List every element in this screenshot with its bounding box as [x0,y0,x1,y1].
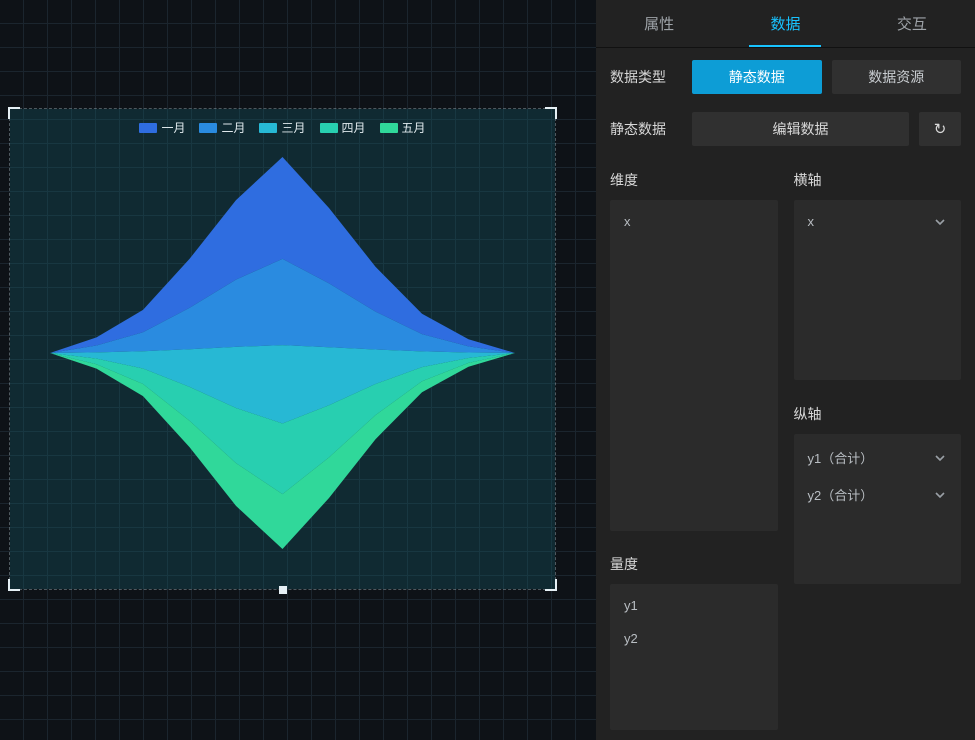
chevron-down-icon [933,215,947,229]
resize-handle-tr[interactable] [545,107,557,119]
tab-interaction[interactable]: 交互 [849,0,975,47]
field-label: y2（合计） [808,485,874,504]
edit-data-button[interactable]: 编辑数据 [692,112,909,146]
legend-item: 一月 [139,119,185,136]
chart-legend: 一月 二月 三月 四月 五月 [10,119,555,136]
canvas-area[interactable]: 一月 二月 三月 四月 五月 [0,0,596,740]
dimension-field[interactable]: x [622,210,766,233]
measure-well[interactable]: y1 y2 [610,584,778,730]
label-measure: 量度 [610,554,778,574]
vertical-axis-well[interactable]: y1（合计） y2（合计） [794,434,962,584]
inspector-tabs: 属性 数据 交互 [596,0,975,48]
tab-data[interactable]: 数据 [722,0,848,47]
vertical-axis-field[interactable]: y2（合计） [806,481,950,508]
label-dimension: 维度 [610,170,778,190]
measure-field[interactable]: y2 [622,627,766,650]
legend-item: 四月 [320,119,366,136]
legend-item: 五月 [380,119,426,136]
chart-widget[interactable]: 一月 二月 三月 四月 五月 [10,109,555,589]
themeriver-chart [10,137,555,589]
legend-swatch [259,123,277,133]
field-label: x [808,214,815,229]
refresh-icon: ↻ [934,120,947,138]
label-vertical-axis: 纵轴 [794,404,962,424]
legend-swatch [380,123,398,133]
inspector-sidebar: 属性 数据 交互 数据类型 静态数据 数据资源 静态数据 编辑数据 ↻ [596,0,975,740]
row-static-data: 静态数据 编辑数据 ↻ [610,112,961,146]
field-label: y2 [624,631,638,646]
horizontal-axis-field[interactable]: x [806,210,950,233]
tab-attributes[interactable]: 属性 [596,0,722,47]
vertical-axis-field[interactable]: y1（合计） [806,444,950,471]
label-horizontal-axis: 横轴 [794,170,962,190]
legend-label: 三月 [281,119,305,136]
legend-label: 五月 [402,119,426,136]
chevron-down-icon [933,488,947,502]
legend-swatch [320,123,338,133]
dimension-well[interactable]: x [610,200,778,531]
label-data-type: 数据类型 [610,67,692,87]
chevron-down-icon [933,451,947,465]
label-static-data: 静态数据 [610,119,692,139]
field-label: x [624,214,631,229]
resize-handle-tl[interactable] [8,107,20,119]
legend-label: 二月 [221,119,245,136]
field-label: y1 [624,598,638,613]
legend-item: 三月 [259,119,305,136]
horizontal-axis-well[interactable]: x [794,200,962,380]
legend-item: 二月 [199,119,245,136]
row-data-type: 数据类型 静态数据 数据资源 [610,60,961,94]
legend-label: 四月 [342,119,366,136]
option-static-data[interactable]: 静态数据 [692,60,822,94]
legend-label: 一月 [161,119,185,136]
field-label: y1（合计） [808,448,874,467]
option-data-source[interactable]: 数据资源 [832,60,962,94]
legend-swatch [199,123,217,133]
measure-field[interactable]: y1 [622,594,766,617]
refresh-button[interactable]: ↻ [919,112,961,146]
legend-swatch [139,123,157,133]
